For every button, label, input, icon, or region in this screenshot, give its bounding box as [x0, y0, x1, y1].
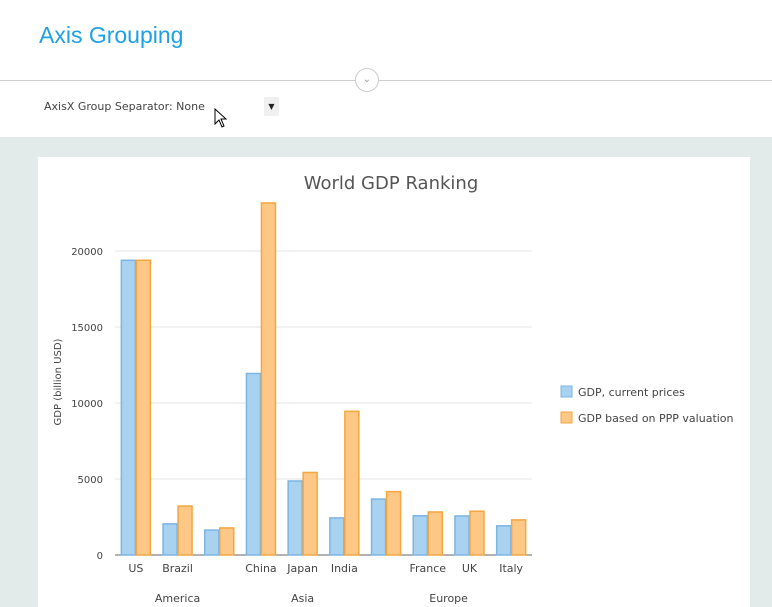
y-tick-label: 15000: [71, 323, 103, 334]
bar-current-Brazil[interactable]: [162, 523, 178, 556]
y-tick-label: 10000: [71, 399, 103, 410]
bar-ppp-unlabeled[interactable]: [385, 490, 402, 556]
bar-ppp-Brazil[interactable]: [177, 505, 193, 556]
y-tick-label: 20000: [71, 247, 103, 258]
bar-ppp-UK[interactable]: [469, 510, 485, 556]
x-tick-label: Japan: [286, 562, 318, 575]
x-tick-label: Italy: [499, 562, 523, 575]
x-group-label: America: [155, 592, 200, 605]
bar-ppp-India[interactable]: [344, 410, 360, 556]
y-tick-label: 0: [97, 551, 103, 562]
bar-ppp-France[interactable]: [427, 511, 443, 556]
x-tick-label: Brazil: [162, 562, 193, 575]
x-tick-label: UK: [462, 562, 478, 575]
bar-ppp-China[interactable]: [260, 202, 277, 556]
bar-current-US[interactable]: [120, 259, 137, 556]
legend-label[interactable]: GDP based on PPP valuation: [578, 412, 734, 425]
bar-ppp-Japan[interactable]: [302, 471, 318, 556]
chart: World GDP Ranking GDP (billion USD) 0 500…: [53, 173, 734, 605]
x-tick-label: China: [245, 562, 276, 575]
x-tick-label: France: [409, 562, 446, 575]
bar-current-Japan[interactable]: [287, 480, 303, 556]
bar-ppp-Italy[interactable]: [510, 519, 527, 556]
bar-current-Italy[interactable]: [495, 525, 512, 556]
bar-ppp-US[interactable]: [135, 259, 152, 556]
bar-current-unlabeled[interactable]: [204, 529, 220, 556]
y-tick-label: 5000: [78, 475, 103, 486]
bar-current-China[interactable]: [245, 372, 262, 556]
bar-current-France[interactable]: [412, 515, 428, 556]
legend-swatch[interactable]: [560, 411, 573, 424]
bar-ppp-unlabeled[interactable]: [219, 527, 235, 556]
bar-current-India[interactable]: [329, 517, 345, 556]
bar-current-UK[interactable]: [454, 515, 470, 556]
x-tick-label: US: [128, 562, 143, 575]
x-group-label: Europe: [429, 592, 468, 605]
x-group-label: Asia: [291, 592, 314, 605]
x-tick-label: India: [331, 562, 358, 575]
y-axis-label: GDP (billion USD): [53, 338, 64, 425]
legend-label[interactable]: GDP, current prices: [578, 386, 685, 399]
legend-swatch[interactable]: [560, 385, 573, 398]
chart-title: World GDP Ranking: [304, 173, 479, 194]
bar-current-unlabeled[interactable]: [370, 498, 387, 556]
